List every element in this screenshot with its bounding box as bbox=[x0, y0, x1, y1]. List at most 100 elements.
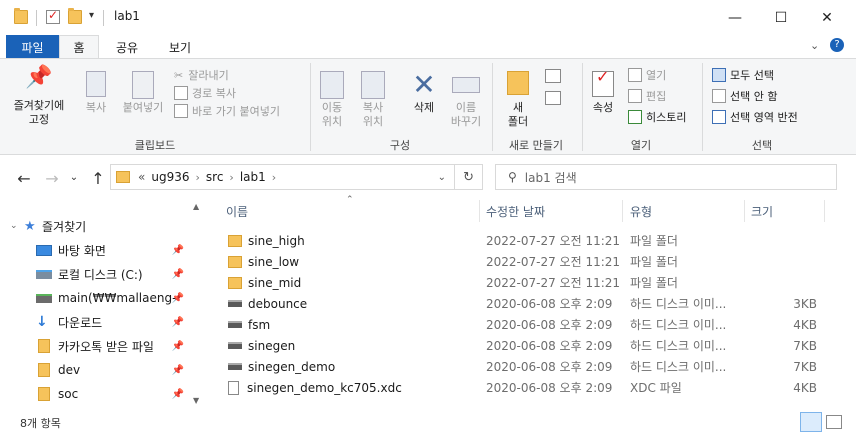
new-folder-quick-access-icon[interactable] bbox=[68, 8, 82, 24]
nav-item-soc[interactable]: soc 📌 bbox=[0, 382, 190, 406]
scroll-down-icon[interactable]: ▼ bbox=[193, 396, 199, 405]
recent-locations-icon[interactable]: ⌄ bbox=[64, 172, 84, 183]
address-toolbar: ← → ⌄ ↑ « ug936 › src › lab1 › ⌄ ↻ ⚲ lab… bbox=[0, 156, 856, 198]
forward-arrow-icon[interactable]: → bbox=[42, 169, 62, 188]
expand-chevron-icon[interactable]: ⌄ bbox=[10, 221, 24, 231]
up-arrow-icon[interactable]: ↑ bbox=[88, 169, 108, 188]
open-button[interactable]: 열기 bbox=[628, 66, 686, 84]
nav-item-desktop[interactable]: 바탕 화면 📌 bbox=[0, 238, 190, 262]
column-header-name[interactable]: 이름 bbox=[226, 198, 248, 224]
scissors-icon: ✂ bbox=[174, 68, 184, 82]
navigation-pane: ⌄ ★ 즐겨찾기 바탕 화면 📌 로컬 디스크 (C:) 📌 main(₩₩ma… bbox=[0, 198, 210, 409]
pin-label: 즐겨찾기에 고정 bbox=[13, 99, 65, 126]
cell-size: 3KB bbox=[793, 296, 817, 311]
refresh-icon[interactable]: ↻ bbox=[463, 170, 474, 185]
edit-label: 편집 bbox=[646, 90, 667, 103]
pin-icon[interactable]: 📌 bbox=[172, 269, 184, 280]
rename-button[interactable]: 이름 바꾸기 bbox=[446, 71, 486, 129]
column-divider[interactable] bbox=[824, 200, 825, 222]
invert-selection-button[interactable]: 선택 영역 반전 bbox=[712, 108, 798, 126]
new-folder-button[interactable]: 새 폴더 bbox=[500, 71, 536, 129]
cell-type: 파일 폴더 bbox=[630, 255, 678, 269]
breadcrumb-separator-icon[interactable]: › bbox=[229, 171, 233, 184]
nav-scrollbar[interactable]: ▲ ▼ bbox=[189, 198, 206, 409]
copy-path-button[interactable]: 경로 복사 bbox=[174, 84, 280, 102]
file-name: sinegen_demo bbox=[248, 359, 336, 374]
paste-button[interactable]: 붙여넣기 bbox=[118, 71, 168, 115]
easy-access-icon[interactable] bbox=[545, 91, 561, 105]
pin-icon[interactable]: 📌 bbox=[172, 245, 184, 256]
breadcrumb-ug936[interactable]: ug936 bbox=[151, 170, 189, 184]
collapse-ribbon-icon[interactable]: ⌄ bbox=[810, 39, 819, 52]
breadcrumb-src[interactable]: src bbox=[206, 170, 224, 184]
details-view-icon[interactable] bbox=[800, 412, 822, 432]
search-input[interactable]: ⚲ lab1 검색 bbox=[495, 164, 837, 190]
select-all-button[interactable]: 모두 선택 bbox=[712, 66, 798, 84]
tab-view[interactable]: 보기 bbox=[157, 35, 203, 59]
table-row[interactable]: sinegen_demo 2020-06-08 오후 2:09 하드 디스크 이미.… bbox=[222, 356, 822, 377]
history-icon bbox=[628, 110, 642, 124]
table-row[interactable]: sinegen_demo_kc705.xdc 2020-06-08 오후 2:09… bbox=[222, 377, 822, 398]
properties-quick-access-icon[interactable]: ✓ bbox=[46, 8, 60, 24]
table-row[interactable]: sinegen 2020-06-08 오후 2:09 하드 디스크 이미... 7KB bbox=[222, 335, 822, 356]
cell-modified: 2020-06-08 오후 2:09 bbox=[486, 297, 613, 311]
delete-button[interactable]: ✕ 삭제 bbox=[406, 69, 442, 115]
clipboard-icon bbox=[132, 71, 154, 99]
pin-icon[interactable]: 📌 bbox=[172, 365, 184, 376]
column-header-type[interactable]: 유형 bbox=[630, 198, 652, 224]
breadcrumb-lab1[interactable]: lab1 bbox=[240, 170, 266, 184]
close-button[interactable]: ✕ bbox=[804, 0, 850, 35]
cell-name: debounce bbox=[228, 297, 307, 311]
back-arrow-icon[interactable]: ← bbox=[14, 169, 34, 188]
column-divider[interactable] bbox=[744, 200, 745, 222]
pin-icon[interactable]: 📌 bbox=[172, 317, 184, 328]
select-none-button[interactable]: 선택 안 함 bbox=[712, 87, 798, 105]
tab-share[interactable]: 공유 bbox=[104, 35, 150, 59]
new-item-icon[interactable] bbox=[545, 69, 561, 83]
breadcrumb-separator-icon[interactable]: › bbox=[195, 171, 199, 184]
pin-to-quick-access-button[interactable]: 📌 즐겨찾기에 고정 bbox=[8, 67, 70, 127]
help-icon[interactable]: ? bbox=[830, 38, 844, 52]
column-divider[interactable] bbox=[622, 200, 623, 222]
minimize-button[interactable]: — bbox=[712, 0, 758, 35]
history-button[interactable]: 히스토리 bbox=[628, 108, 686, 126]
address-history-chevron-icon[interactable]: ⌄ bbox=[438, 172, 446, 183]
properties-button[interactable]: ✓ 속성 bbox=[586, 69, 620, 115]
table-row[interactable]: sine_mid 2022-07-27 오전 11:21 파일 폴더 bbox=[222, 272, 822, 293]
column-divider[interactable] bbox=[479, 200, 480, 222]
nav-item-local-disk[interactable]: 로컬 디스크 (C:) 📌 bbox=[0, 262, 190, 286]
folder-icon bbox=[38, 387, 50, 401]
cell-type: 파일 폴더 bbox=[630, 276, 678, 290]
pin-icon[interactable]: 📌 bbox=[172, 293, 184, 304]
copy-button[interactable]: 복사 bbox=[78, 71, 114, 115]
maximize-button[interactable]: ☐ bbox=[758, 0, 804, 35]
copy-to-button[interactable]: 복사 위치 bbox=[355, 71, 391, 129]
nav-item-downloads[interactable]: ↓ 다운로드 📌 bbox=[0, 310, 190, 334]
paste-shortcut-button[interactable]: 바로 가기 붙여넣기 bbox=[174, 102, 280, 120]
pin-icon[interactable]: 📌 bbox=[172, 389, 184, 400]
nav-item-network-drive[interactable]: main(₩₩mallaeng-na 📌 bbox=[0, 286, 190, 310]
table-row[interactable]: sine_low 2022-07-27 오전 11:21 파일 폴더 bbox=[222, 251, 822, 272]
table-row[interactable]: fsm 2020-06-08 오후 2:09 하드 디스크 이미... 4KB bbox=[222, 314, 822, 335]
tab-home[interactable]: 홈 bbox=[59, 35, 99, 59]
search-placeholder: lab1 검색 bbox=[524, 170, 577, 185]
large-icons-view-icon[interactable] bbox=[826, 415, 842, 429]
scroll-up-icon[interactable]: ▲ bbox=[193, 202, 199, 211]
tab-file[interactable]: 파일 bbox=[6, 35, 59, 59]
customize-quick-access-icon[interactable]: ▾ bbox=[89, 10, 94, 21]
edit-button[interactable]: 편집 bbox=[628, 87, 686, 105]
nav-item-kakaotalk[interactable]: 카카오톡 받은 파일 📌 bbox=[0, 334, 190, 358]
nav-item-quick-access[interactable]: ⌄ ★ 즐겨찾기 bbox=[0, 214, 190, 238]
nav-item-dev[interactable]: dev 📌 bbox=[0, 358, 190, 382]
column-header-size[interactable]: 크기 bbox=[751, 198, 773, 224]
address-bar[interactable]: « ug936 › src › lab1 › ⌄ ↻ bbox=[110, 164, 483, 190]
overflow-crumb[interactable]: « bbox=[138, 170, 145, 184]
table-row[interactable]: sine_high 2022-07-27 오전 11:21 파일 폴더 bbox=[222, 230, 822, 251]
copy-to-icon bbox=[361, 71, 385, 99]
move-to-button[interactable]: 이동 위치 bbox=[314, 71, 350, 129]
pin-icon[interactable]: 📌 bbox=[172, 341, 184, 352]
breadcrumb-separator-icon[interactable]: › bbox=[272, 171, 276, 184]
cut-button[interactable]: ✂ 잘라내기 bbox=[174, 66, 280, 84]
table-row[interactable]: debounce 2020-06-08 오후 2:09 하드 디스크 이미... 3K… bbox=[222, 293, 822, 314]
column-header-modified[interactable]: 수정한 날짜 bbox=[486, 198, 545, 224]
